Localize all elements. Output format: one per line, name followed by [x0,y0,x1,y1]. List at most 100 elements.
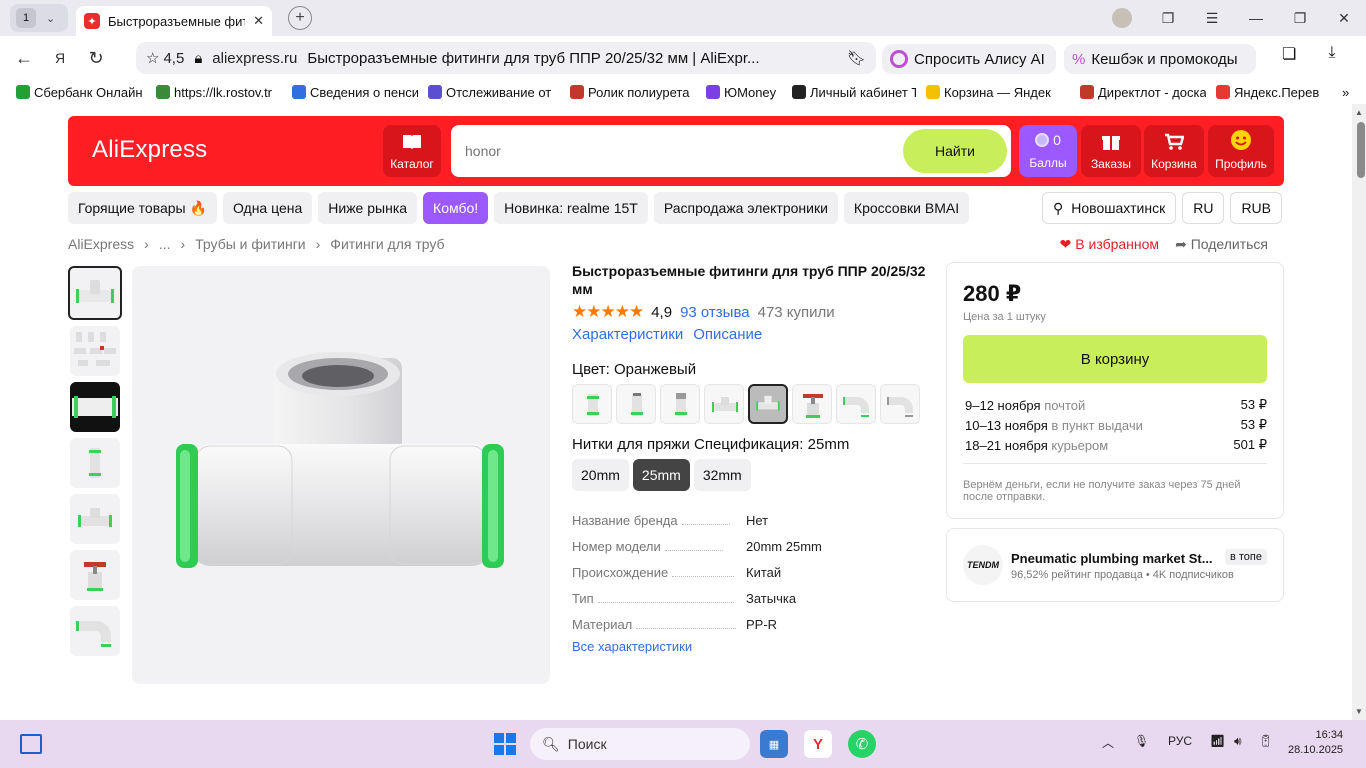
thumbnail[interactable] [70,494,120,544]
thumbnail[interactable] [70,550,120,600]
language-selector[interactable]: RU [1182,192,1225,224]
color-swatch[interactable] [660,384,700,424]
delivery-row[interactable]: 9–12 ноября почтой 53 ₽ [965,395,1267,415]
profile-icon[interactable] [1112,8,1132,28]
catalog-button[interactable]: Каталог [383,125,441,177]
delivery-row[interactable]: 18–21 ноября курьером 501 ₽ [965,435,1267,455]
battery-icon[interactable]: 🔋︎ [1258,734,1273,748]
chip-electronics-sale[interactable]: Распродажа электроники [653,192,838,224]
bookmark-item[interactable]: Директлот - доска [1080,85,1206,100]
bookmark-item[interactable]: Личный кабинет Т [792,85,916,100]
url-box[interactable]: ☆ 4,5 🔒︎ aliexpress.ru Быстроразъемные фи… [136,42,876,74]
bookmarks-icon[interactable]: ❐ [1146,10,1190,27]
cart-button[interactable]: Корзина [1144,125,1204,177]
seller-card[interactable]: TENDM Pneumatic plumbing market St... 96… [946,528,1284,602]
windows-start-icon[interactable] [494,733,516,755]
minimize-button[interactable]: — [1234,10,1278,26]
chip-realme[interactable]: Новинка: realme 15T [494,192,648,224]
cashback-button[interactable]: % Кешбэк и промокоды [1064,44,1256,74]
find-button[interactable]: Найти [903,129,1007,173]
color-swatch[interactable] [572,384,612,424]
color-swatch[interactable] [792,384,832,424]
breadcrumb-item[interactable]: AliExpress [68,236,134,252]
yandex-icon[interactable]: Я [42,40,78,76]
main-product-image[interactable] [132,266,550,684]
color-swatch-selected[interactable] [748,384,788,424]
bookmark-item[interactable]: Ролик полиурета [570,85,696,100]
yandex-browser-app-icon[interactable]: Y [804,730,832,758]
thumbnail[interactable] [70,438,120,488]
profile-button[interactable]: Профиль [1208,125,1274,177]
size-option-25mm[interactable]: 25mm [632,459,690,491]
page-scrollbar[interactable]: ▲ ▼ [1352,104,1366,720]
bookmark-item[interactable]: Яндекс.Перев [1216,85,1332,100]
aliexpress-logo[interactable]: AliExpress [92,136,207,164]
bookmark-icon[interactable]: 🔖︎ [847,49,866,67]
close-icon[interactable]: ✕ [253,13,264,29]
add-to-cart-button[interactable]: В корзину [963,335,1267,383]
bookmark-item[interactable]: https://lk.rostov.tr [156,85,282,100]
scroll-down-icon[interactable]: ▼ [1355,707,1363,716]
currency-selector[interactable]: RUB [1230,192,1282,224]
new-tab-button[interactable]: + [288,6,312,30]
color-swatch[interactable] [836,384,876,424]
widgets-icon[interactable] [20,734,42,754]
bookmark-item[interactable]: Корзина — Яндек [926,85,1070,100]
bookmarks-more-icon[interactable]: » [1342,85,1349,100]
share-button[interactable]: ➦ Поделиться [1175,236,1268,253]
delivery-row[interactable]: 10–13 ноября в пункт выдачи 53 ₽ [965,415,1267,435]
color-swatch[interactable] [880,384,920,424]
download-icon[interactable]: ⤓ [1328,44,1335,64]
bookmark-item[interactable]: Отслеживание от [428,85,560,100]
menu-icon[interactable]: ☰ [1190,10,1234,27]
tab-characteristics[interactable]: Характеристики [572,326,683,343]
calculator-app-icon[interactable]: ▦ [760,730,788,758]
wifi-icon[interactable]: 📶︎ [1210,734,1225,748]
orders-button[interactable]: Заказы [1081,125,1141,177]
tab-counter[interactable]: 1 ⌄ [10,4,68,32]
maximize-button[interactable]: ❐ [1278,10,1322,27]
city-selector[interactable]: ⚲ Новошахтинск [1042,192,1177,224]
volume-icon[interactable]: 🔊︎ [1234,734,1242,749]
favorite-button[interactable]: ❤ В избранном [1060,236,1159,253]
color-swatch[interactable] [616,384,656,424]
system-clock[interactable]: 16:34 28.10.2025 [1288,728,1343,758]
close-window-button[interactable]: ✕ [1322,10,1366,27]
browser-tab-active[interactable]: ✦ Быстроразъемные фит ✕ [76,6,272,36]
size-option-20mm[interactable]: 20mm [572,459,629,491]
color-swatch[interactable] [704,384,744,424]
chip-hot[interactable]: Горящие товары 🔥 [68,192,217,224]
site-rating[interactable]: ☆ 4,5 [146,49,184,68]
lock-icon[interactable]: 🔒︎ [194,50,202,67]
size-option-32mm[interactable]: 32mm [693,459,751,491]
microphone-icon[interactable]: 🎙︎ [1134,734,1149,748]
bookmark-item[interactable]: Сведения о пенси [292,85,418,100]
thumbnail[interactable] [70,326,120,376]
alisa-button[interactable]: Спросить Алису AI [882,44,1056,74]
collections-icon[interactable]: ❏ [1282,44,1296,64]
thumbnail[interactable] [70,382,120,432]
all-characteristics-link[interactable]: Все характеристики [572,639,932,654]
thumbnail[interactable] [70,606,120,656]
back-icon[interactable]: ← [6,40,42,76]
bookmark-item[interactable]: Сбербанк Онлайн [16,85,146,100]
chip-combo[interactable]: Комбо! [423,192,489,224]
scroll-up-icon[interactable]: ▲ [1355,108,1363,117]
breadcrumb-item[interactable]: Фитинги для труб [330,236,444,252]
chip-one-price[interactable]: Одна цена [222,192,313,224]
reviews-link[interactable]: 93 отзыва [680,304,750,321]
chip-sneakers[interactable]: Кроссовки BMAI [843,192,970,224]
input-language[interactable]: РУС [1168,734,1192,748]
tray-chevron-up-icon[interactable]: ︿ [1102,734,1114,751]
search-input[interactable] [465,139,885,163]
scrollbar-thumb[interactable] [1357,122,1365,178]
bookmark-item[interactable]: ЮMoney [706,85,782,100]
whatsapp-app-icon[interactable]: ✆ [848,730,876,758]
chip-below-market[interactable]: Ниже рынка [318,192,418,224]
tab-description[interactable]: Описание [693,326,762,343]
thumbnail[interactable] [68,266,122,320]
taskbar-search[interactable]: 🔍︎ Поиск [530,728,750,760]
points-button[interactable]: 0 Баллы [1019,125,1077,177]
refresh-icon[interactable]: ↻ [78,40,114,76]
breadcrumb-item[interactable]: ... [159,236,171,252]
